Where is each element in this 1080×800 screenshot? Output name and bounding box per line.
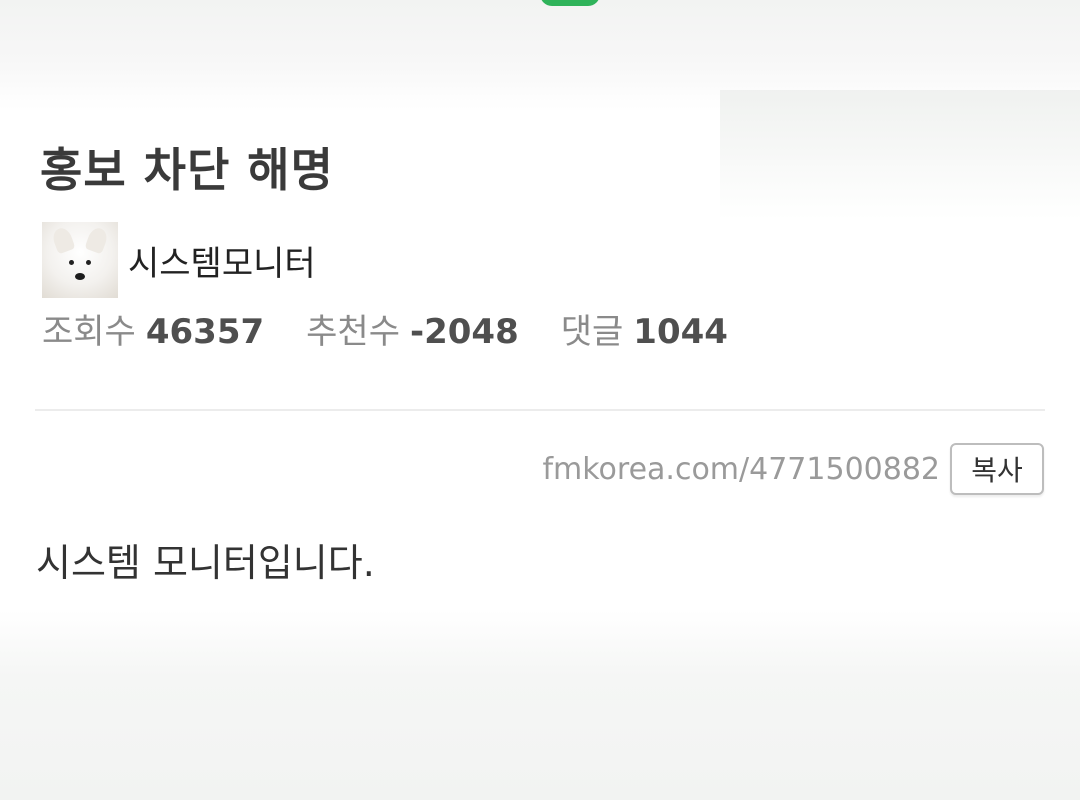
author-row[interactable]: 시스템모니터 [42, 222, 316, 298]
stat-views-value: 46357 [145, 312, 265, 352]
post-stats: 조회수 46357 추천수 -2048 댓글 1044 [42, 304, 770, 353]
stat-views: 조회수 46357 [42, 304, 264, 353]
redaction-smudge [720, 90, 1080, 220]
stat-comments-label: 댓글 [560, 312, 624, 352]
post-url-row: fmkorea.com/4771500882 복사 [542, 443, 1044, 495]
avatar-nose [75, 273, 85, 280]
post-page: 홍보 차단 해명 시스템모니터 조회수 46357 추천수 -2048 댓글 1… [0, 0, 1080, 800]
redaction-smudge-bottom [0, 610, 1080, 800]
copy-url-button[interactable]: 복사 [950, 443, 1044, 495]
author-name[interactable]: 시스템모니터 [128, 236, 316, 285]
avatar-ear-left [50, 225, 76, 255]
scribble-mark [540, 0, 600, 6]
post-url[interactable]: fmkorea.com/4771500882 [542, 452, 940, 487]
avatar-eye-left [69, 260, 74, 265]
stat-views-label: 조회수 [42, 312, 136, 352]
post-body: 시스템 모니터입니다. [36, 541, 375, 585]
stat-comments: 댓글 1044 [561, 304, 728, 353]
avatar-ear-right [84, 225, 110, 255]
stat-comments-value: 1044 [633, 312, 728, 352]
post-title: 홍보 차단 해명 [40, 143, 334, 197]
stat-recommends-value: -2048 [409, 312, 519, 352]
avatar[interactable] [42, 222, 118, 298]
stat-recommends-label: 추천수 [306, 312, 400, 352]
divider [35, 409, 1045, 411]
stat-recommends: 추천수 -2048 [306, 304, 519, 353]
avatar-eye-right [86, 260, 91, 265]
